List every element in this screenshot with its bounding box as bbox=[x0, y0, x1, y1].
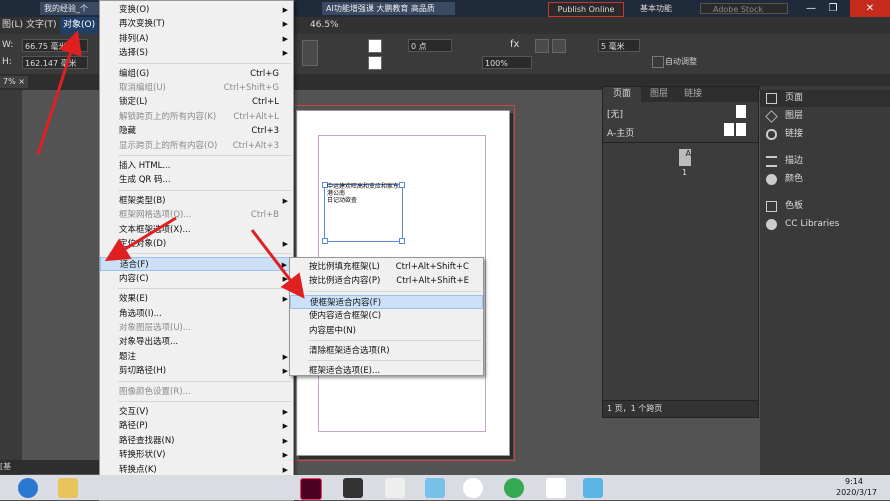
annotation-arrows bbox=[36, 30, 305, 299]
qq-icon[interactable] bbox=[425, 478, 445, 498]
app-icon[interactable] bbox=[385, 478, 405, 498]
chrome-icon[interactable] bbox=[504, 478, 524, 498]
indesign-icon[interactable] bbox=[300, 478, 322, 500]
penguin-icon[interactable] bbox=[463, 478, 483, 498]
arrow-to-object-menu bbox=[36, 30, 82, 155]
arrow-to-fit-item bbox=[104, 216, 177, 262]
search-icon[interactable] bbox=[18, 478, 38, 498]
clock-time: 9:14 bbox=[845, 477, 863, 486]
taskbar: 9:14 2020/3/17 bbox=[0, 475, 890, 500]
clock-date: 2020/3/17 bbox=[836, 488, 878, 497]
file-explorer-icon[interactable] bbox=[58, 478, 78, 498]
wps-icon[interactable] bbox=[546, 478, 566, 498]
notes-icon[interactable] bbox=[583, 478, 603, 498]
arrow-to-fit-frame-item bbox=[250, 229, 305, 299]
video-player-icon[interactable] bbox=[343, 478, 363, 498]
